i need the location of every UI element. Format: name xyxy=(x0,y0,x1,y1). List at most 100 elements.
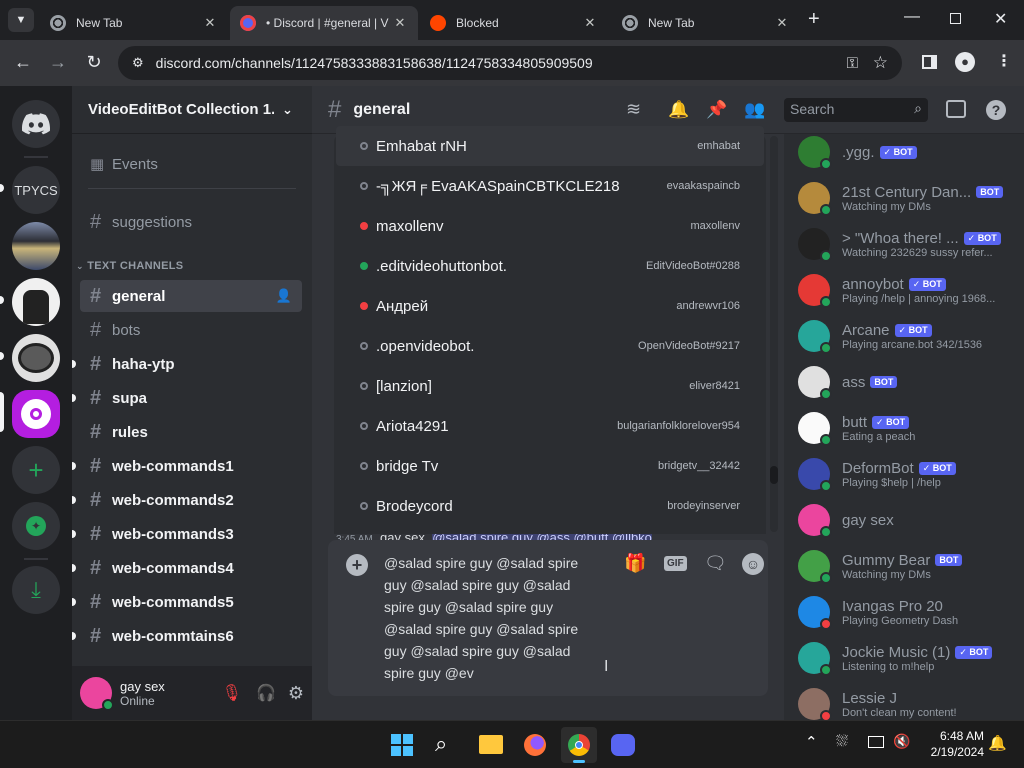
browser-menu-icon[interactable]: ⋮ xyxy=(996,51,1012,71)
autocomplete-item[interactable]: [lanzion] eliver8421 xyxy=(336,366,764,406)
member-item[interactable]: gay sex xyxy=(798,498,1018,542)
autocomplete-item[interactable]: Emhabat rNH emhabat xyxy=(336,126,764,166)
firefox-icon[interactable] xyxy=(524,734,546,756)
notification-bell-icon[interactable]: 🔔 xyxy=(668,100,689,120)
new-tab-button[interactable]: + xyxy=(808,8,820,31)
threads-icon[interactable]: ≋ xyxy=(626,99,641,120)
autocomplete-item[interactable]: -╗ЖЯ╒ EvaAKASpainCBTKCLE218 evaakaspainc… xyxy=(336,166,764,206)
channel-web-commands4[interactable]: # web-commands4 xyxy=(72,552,302,584)
discord-taskbar-icon[interactable] xyxy=(611,734,635,756)
autocomplete-item[interactable]: .editvideohuttonbot. EditVideoBot#0288 xyxy=(336,246,764,286)
member-item[interactable]: Lessie J Don't clean my content! xyxy=(798,682,1018,720)
file-explorer-icon[interactable] xyxy=(479,735,503,754)
clock[interactable]: 6:48 AM 2/19/2024 xyxy=(922,728,984,760)
avatar[interactable] xyxy=(80,677,114,711)
restore-icon[interactable] xyxy=(950,13,961,24)
inbox-icon[interactable] xyxy=(946,100,966,118)
network-icon[interactable]: ⛆ xyxy=(836,733,848,750)
member-item[interactable]: .ygg. ✓ BOT xyxy=(798,134,1018,174)
close-window-icon[interactable]: ✕ xyxy=(994,9,1007,29)
server-icon-3[interactable] xyxy=(12,278,60,326)
server-header[interactable]: VideoEditBot Collection 1.0 ⌄ xyxy=(72,86,312,134)
bookmark-star-icon[interactable]: ☆ xyxy=(873,53,888,73)
browser-tab-discord[interactable]: • Discord | #general | V ✕ xyxy=(230,6,418,40)
channel-supa[interactable]: # supa xyxy=(72,382,302,414)
add-attachment-icon[interactable]: + xyxy=(346,554,368,576)
download-apps-icon[interactable]: ⤓ xyxy=(12,566,60,614)
add-server-icon[interactable]: + xyxy=(12,446,60,494)
autocomplete-item[interactable]: maxollenv maxollenv xyxy=(336,206,764,246)
emoji-icon[interactable]: ☺ xyxy=(742,553,764,575)
member-item[interactable]: 21st Century Dan... BOT Watching my DMs xyxy=(798,176,1018,220)
chrome-taskbar-icon[interactable] xyxy=(561,727,597,763)
address-bar[interactable]: ⚙ discord.com/channels/11247583338831586… xyxy=(118,46,902,80)
member-item[interactable]: Arcane ✓ BOT Playing arcane.bot 342/1536 xyxy=(798,314,1018,358)
mute-mic-icon[interactable]: 🎙 xyxy=(222,683,242,703)
member-list-icon[interactable]: 👥 xyxy=(744,100,765,120)
add-member-icon[interactable]: 👤 xyxy=(276,288,292,304)
profile-icon[interactable]: ● xyxy=(955,52,975,72)
member-item[interactable]: Ivangas Pro 20 Playing Geometry Dash xyxy=(798,590,1018,634)
channel-web-commands5[interactable]: # web-commands5 xyxy=(72,586,302,618)
channel-rules[interactable]: # rules xyxy=(80,416,302,448)
browser-tab-new-tab[interactable]: New Tab ✕ xyxy=(40,6,228,40)
browser-tab-new-tab-2[interactable]: New Tab ✕ xyxy=(612,6,800,40)
back-icon[interactable]: ← xyxy=(12,52,34,73)
minimize-icon[interactable]: — xyxy=(904,8,920,26)
member-item[interactable]: annoybot ✓ BOT Playing /help | annoying 19… xyxy=(798,268,1018,312)
member-item[interactable]: butt ✓ BOT Eating a peach xyxy=(798,406,1018,450)
autocomplete-item[interactable]: .openvideobot. OpenVideoBot#9217 xyxy=(336,326,764,366)
windows-start-icon[interactable] xyxy=(391,734,413,756)
browser-tab-blocked[interactable]: Blocked ✕ xyxy=(420,6,608,40)
password-key-icon[interactable]: ⚿ xyxy=(847,55,858,72)
close-tab-icon[interactable]: ✕ xyxy=(392,15,408,31)
display-icon[interactable] xyxy=(868,736,884,748)
member-item[interactable]: > "Whoa there! ... ✓ BOT Watching 232629 s… xyxy=(798,222,1018,266)
member-item[interactable]: Jockie Music (1) ✓ BOT Listening to m!help xyxy=(798,636,1018,680)
discord-home-icon[interactable] xyxy=(12,100,60,148)
autocomplete-item[interactable]: Brodeycord brodeyinserver xyxy=(336,486,764,526)
channel-general[interactable]: # general 👤 xyxy=(80,280,302,312)
speaker-muted-icon[interactable]: 🔇 xyxy=(893,733,910,750)
category-text-channels[interactable]: ⌄ TEXT CHANNELS xyxy=(76,260,183,272)
scrollbar[interactable] xyxy=(770,136,778,532)
help-icon[interactable]: ? xyxy=(986,100,1006,120)
message-input[interactable]: @salad spire guy @salad spire guy @salad… xyxy=(384,552,602,684)
member-item[interactable]: ass BOT xyxy=(798,360,1018,404)
channel-haha-ytp[interactable]: # haha-ytp xyxy=(72,348,302,380)
channel-bots[interactable]: # bots xyxy=(80,314,302,346)
explore-servers-icon[interactable]: ✦ xyxy=(12,502,60,550)
autocomplete-item[interactable]: Ariota4291 bulgarianfolklorelover954 xyxy=(336,406,764,446)
close-tab-icon[interactable]: ✕ xyxy=(582,15,598,31)
server-icon-4[interactable] xyxy=(12,334,60,382)
gear-icon[interactable]: ⚙ xyxy=(288,683,304,704)
message-composer[interactable]: + @salad spire guy @salad spire guy @sal… xyxy=(328,540,768,696)
search-icon[interactable]: ⌕ xyxy=(435,731,447,757)
channel-web-commands1[interactable]: # web-commands1 xyxy=(72,450,302,482)
channel-web-commtains6[interactable]: # web-commtains6 xyxy=(72,620,302,652)
server-icon-2[interactable] xyxy=(12,222,60,270)
pin-icon[interactable]: 📌 xyxy=(706,100,727,120)
sticker-icon[interactable]: 🗨 xyxy=(704,553,727,574)
gif-icon[interactable]: GIF xyxy=(664,556,687,571)
scrollbar-thumb[interactable] xyxy=(770,466,778,484)
member-item[interactable]: Gummy Bear BOT Watching my DMs xyxy=(798,544,1018,588)
events-item[interactable]: ▦ Events xyxy=(80,148,302,180)
server-videoeditbot[interactable] xyxy=(12,390,60,438)
tab-search-button[interactable]: ▼ xyxy=(8,8,34,32)
server-tpycs[interactable]: TPYCS xyxy=(12,166,60,214)
channel-suggestions[interactable]: # suggestions xyxy=(80,206,302,238)
close-tab-icon[interactable]: ✕ xyxy=(202,15,218,31)
gift-icon[interactable]: 🎁 xyxy=(624,553,646,574)
tray-chevron-up-icon[interactable]: ⌃ xyxy=(805,733,818,751)
reload-icon[interactable]: ↻ xyxy=(83,52,105,73)
side-panel-icon[interactable] xyxy=(922,55,937,69)
forward-icon[interactable]: → xyxy=(47,52,69,73)
search-input[interactable]: Search ⌕ xyxy=(784,98,928,122)
channel-web-commands2[interactable]: # web-commands2 xyxy=(72,484,302,516)
autocomplete-item[interactable]: Андрей andrewvr106 xyxy=(336,286,764,326)
member-item[interactable]: DeformBot ✓ BOT Playing $help | /help xyxy=(798,452,1018,496)
autocomplete-item[interactable]: bridge Tv bridgetv__32442 xyxy=(336,446,764,486)
site-info-icon[interactable]: ⚙ xyxy=(132,55,144,71)
notification-bell-icon[interactable]: 🔔 xyxy=(988,734,1007,752)
